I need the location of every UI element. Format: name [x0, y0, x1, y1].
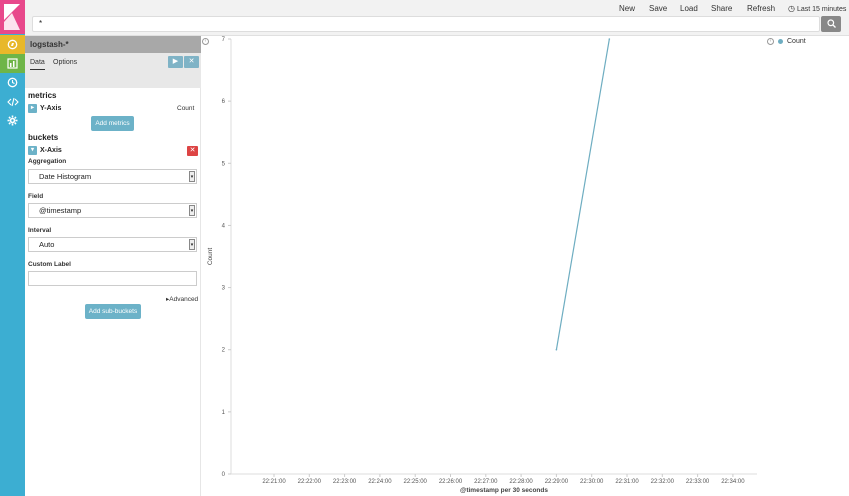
- select-arrow-icon: ▾: [189, 239, 195, 250]
- x-tick-label: 22:24:00: [368, 479, 392, 485]
- side-nav: [0, 0, 25, 496]
- y-tick-label: 3: [222, 286, 226, 292]
- y-tick-label: 5: [222, 161, 226, 167]
- x-axis-title: @timestamp per 30 seconds: [460, 487, 548, 494]
- select-arrow-icon: ▾: [189, 171, 195, 182]
- editor-tabs: Data Options ▶ ✕: [25, 53, 201, 88]
- remove-bucket-button[interactable]: ✕: [187, 146, 198, 156]
- dashboard-icon[interactable]: [0, 73, 25, 92]
- visualize-icon[interactable]: [0, 54, 25, 73]
- x-axis-label: X-Axis: [40, 147, 62, 154]
- kibana-logo[interactable]: [0, 0, 25, 34]
- y-tick-label: 1: [222, 410, 226, 416]
- chevron-down-icon[interactable]: ▾: [28, 146, 37, 155]
- x-tick-label: 22:31:00: [615, 479, 639, 485]
- index-pattern-title: logstash-*: [25, 36, 201, 53]
- clock-icon: ◷: [788, 4, 795, 13]
- x-tick-label: 22:25:00: [404, 479, 428, 485]
- interval-select[interactable]: Auto ▾: [28, 237, 197, 252]
- field-value: @timestamp: [39, 206, 82, 215]
- y-axis-header[interactable]: ▸ Y-Axis: [28, 104, 61, 113]
- aggregation-value: Date Histogram: [39, 172, 92, 181]
- refresh-button[interactable]: Refresh: [747, 4, 775, 13]
- x-tick-label: 22:26:00: [439, 479, 463, 485]
- search-icon: [826, 19, 836, 28]
- chevron-right-icon[interactable]: ▸: [28, 104, 37, 113]
- chart-plot: 0 1 2 3 4 5 6 7 22:21:00 22:22:00 22:23:00 22:24:00…: [207, 37, 757, 494]
- time-range-label: Last 15 minutes: [796, 6, 847, 13]
- add-metrics-button[interactable]: Add metrics: [91, 116, 134, 131]
- advanced-toggle[interactable]: ▸Advanced: [166, 295, 198, 303]
- custom-label-label: Custom Label: [28, 261, 71, 268]
- field-label: Field: [28, 193, 44, 200]
- search-input[interactable]: *: [32, 16, 820, 32]
- x-tick-label: 22:32:00: [651, 479, 675, 485]
- time-picker[interactable]: ◷ Last 15 minutes: [788, 4, 846, 13]
- x-tick-label: 22:21:00: [262, 479, 286, 485]
- save-button[interactable]: Save: [649, 4, 667, 13]
- search-button[interactable]: [821, 16, 841, 32]
- data-point: [608, 38, 611, 40]
- aggregation-select[interactable]: Date Histogram ▾: [28, 169, 197, 184]
- settings-icon[interactable]: [0, 111, 25, 130]
- data-point: [555, 348, 558, 351]
- tab-data[interactable]: Data: [30, 59, 45, 70]
- y-axis-label: Y-Axis: [40, 105, 62, 112]
- y-tick-label: 0: [222, 472, 226, 478]
- aggregation-label: Aggregation: [28, 158, 67, 165]
- x-tick-label: 22:27:00: [474, 479, 498, 485]
- y-tick-label: 7: [222, 37, 226, 43]
- apply-changes-button[interactable]: ▶: [168, 56, 183, 68]
- x-tick-label: 22:28:00: [509, 479, 533, 485]
- y-tick-label: 6: [222, 99, 226, 105]
- x-tick-label: 22:22:00: [298, 479, 322, 485]
- y-tick-label: 2: [222, 348, 226, 354]
- y-tick-label: 4: [222, 223, 226, 229]
- select-arrow-icon: ▾: [189, 205, 195, 216]
- dev-tools-icon[interactable]: [0, 92, 25, 111]
- new-button[interactable]: New: [619, 4, 635, 13]
- series-line: [555, 38, 610, 350]
- load-button[interactable]: Load: [680, 4, 698, 13]
- editor-sidebar: logstash-* Data Options ▶ ✕ metrics ▸ Y-…: [25, 36, 201, 496]
- metrics-heading: metrics: [28, 91, 57, 100]
- share-button[interactable]: Share: [711, 4, 732, 13]
- x-tick-label: 22:23:00: [333, 479, 357, 485]
- field-select[interactable]: @timestamp ▾: [28, 203, 197, 218]
- x-tick-label: 22:34:00: [721, 479, 745, 485]
- x-tick-label: 22:33:00: [686, 479, 710, 485]
- discard-changes-button[interactable]: ✕: [184, 56, 199, 68]
- x-tick-label: 22:30:00: [580, 479, 604, 485]
- x-axis-header[interactable]: ▾ X-Axis: [28, 146, 62, 155]
- advanced-label: Advanced: [169, 296, 199, 303]
- y-axis-summary: Count: [177, 105, 195, 112]
- custom-label-input[interactable]: [28, 271, 197, 286]
- visualization-chart: ‹ ‹ Count 0 1 2 3 4 5 6 7 22:21:00 22:22:00 22:23:…: [201, 36, 849, 496]
- buckets-heading: buckets: [28, 133, 59, 142]
- interval-label: Interval: [28, 227, 52, 234]
- add-sub-buckets-button[interactable]: Add sub-buckets: [85, 304, 141, 319]
- tab-options[interactable]: Options: [53, 59, 77, 66]
- interval-value: Auto: [39, 240, 55, 249]
- x-tick-label: 22:29:00: [545, 479, 569, 485]
- y-axis-title: Count: [207, 248, 214, 266]
- discover-icon[interactable]: [0, 35, 25, 54]
